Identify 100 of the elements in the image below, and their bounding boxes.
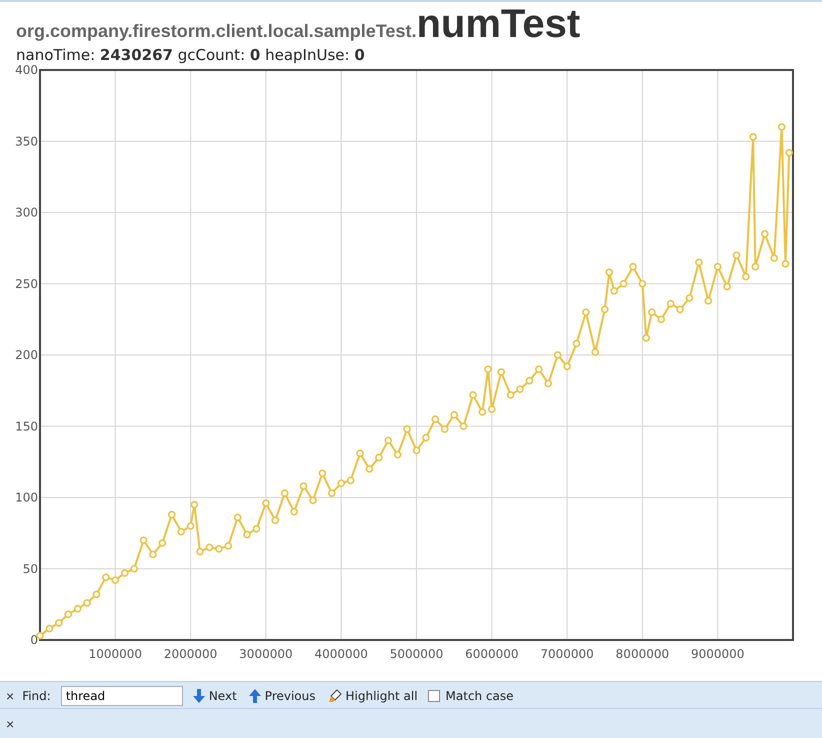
y-axis-tick-label: 150 (15, 419, 38, 434)
data-point (272, 516, 280, 524)
x-axis-tick-label: 7000000 (540, 647, 594, 661)
x-axis-tick-label: 5000000 (390, 647, 444, 661)
data-point (280, 489, 289, 498)
data-point (149, 550, 157, 558)
data-point (318, 469, 326, 478)
x-axis-tick-label: 8000000 (616, 647, 670, 661)
data-point (610, 287, 618, 295)
data-point (605, 268, 614, 276)
data-point (46, 624, 54, 632)
data-point (506, 391, 514, 399)
data-point (83, 599, 91, 607)
x-axis-tick-label: 6000000 (465, 647, 519, 661)
data-point (785, 148, 794, 156)
data-point (346, 476, 354, 484)
data-point (440, 425, 449, 433)
next-button[interactable]: Next (190, 688, 239, 702)
data-point (714, 262, 722, 270)
x-axis-tick-label: 1000000 (88, 647, 142, 661)
data-point (206, 544, 214, 552)
data-point (384, 436, 392, 444)
data-point (516, 385, 524, 393)
data-point (309, 496, 317, 504)
data-point (328, 489, 336, 498)
x-axis-tick-label: 9000000 (690, 647, 744, 661)
data-point (752, 262, 760, 270)
data-point (102, 574, 110, 582)
data-point (262, 499, 270, 507)
data-point (422, 434, 430, 442)
data-point (177, 528, 185, 536)
close-button[interactable]: × (2, 688, 14, 704)
data-point (484, 365, 492, 374)
data-point (629, 262, 637, 270)
match-case-checkbox[interactable] (428, 690, 440, 702)
data-point (186, 522, 194, 530)
x-axis-tick-label: 2000000 (164, 647, 218, 661)
match-case-label: Match case (446, 688, 514, 702)
data-point (412, 446, 420, 454)
data-point (778, 123, 786, 131)
data-point (243, 530, 251, 538)
find-label: Find: (22, 688, 51, 702)
close-button[interactable]: × (2, 716, 14, 732)
data-point (723, 282, 731, 290)
y-axis-tick-label: 250 (15, 276, 38, 291)
data-point (366, 465, 374, 473)
y-axis-tick-label: 350 (15, 134, 38, 148)
data-point (140, 536, 148, 544)
y-axis-tick-label: 100 (15, 490, 38, 504)
data-point (544, 380, 552, 388)
data-point (770, 254, 778, 262)
data-point (469, 391, 477, 399)
data-point (460, 422, 468, 430)
data-point (432, 415, 440, 423)
data-point (592, 348, 600, 356)
data-point (168, 510, 176, 518)
down-arrow-icon (192, 688, 205, 702)
highlight-all-button[interactable]: Highlight all (326, 688, 420, 702)
data-point (356, 450, 364, 458)
data-point (732, 251, 740, 260)
data-point (92, 590, 100, 598)
test-name: numTest (416, 4, 580, 44)
y-axis-tick-label: 0 (30, 633, 38, 647)
data-point (572, 340, 580, 348)
data-point (234, 514, 242, 522)
data-point (695, 258, 703, 266)
y-axis-tick-label: 300 (15, 206, 38, 220)
data-point (704, 297, 712, 305)
data-point (375, 454, 383, 462)
data-point (196, 548, 204, 556)
data-point (582, 308, 590, 316)
data-point (190, 500, 198, 508)
data-point (760, 230, 769, 238)
data-point (337, 479, 345, 488)
data-point (488, 405, 496, 413)
find-field[interactable]: thread (60, 686, 183, 706)
data-point (686, 294, 694, 302)
data-point (526, 376, 534, 384)
data-point (478, 408, 486, 416)
y-axis-tick-label: 400 (15, 63, 38, 77)
data-point (749, 133, 757, 141)
data-point (554, 351, 562, 359)
data-point (300, 482, 308, 490)
x-axis-tick-label: 4000000 (314, 647, 368, 661)
data-point (158, 539, 166, 547)
data-point (394, 450, 402, 459)
y-axis-tick-label: 200 (15, 348, 38, 362)
data-point (497, 368, 505, 376)
stats-line: nanoTime: 2430267 gcCount: 0 heapInUse: 0 (16, 46, 366, 65)
data-point (563, 362, 571, 370)
package-name: org.company.firestorm.client.local.sampleTest. (16, 21, 416, 42)
data-point (252, 525, 260, 533)
previous-button[interactable]: Previous (246, 688, 318, 702)
data-point (620, 280, 628, 288)
data-point (535, 365, 543, 374)
data-point (676, 306, 684, 314)
data-point (36, 632, 44, 640)
up-arrow-icon (248, 688, 261, 702)
x-axis-tick-label: 3000000 (239, 647, 293, 661)
data-point (638, 280, 646, 288)
